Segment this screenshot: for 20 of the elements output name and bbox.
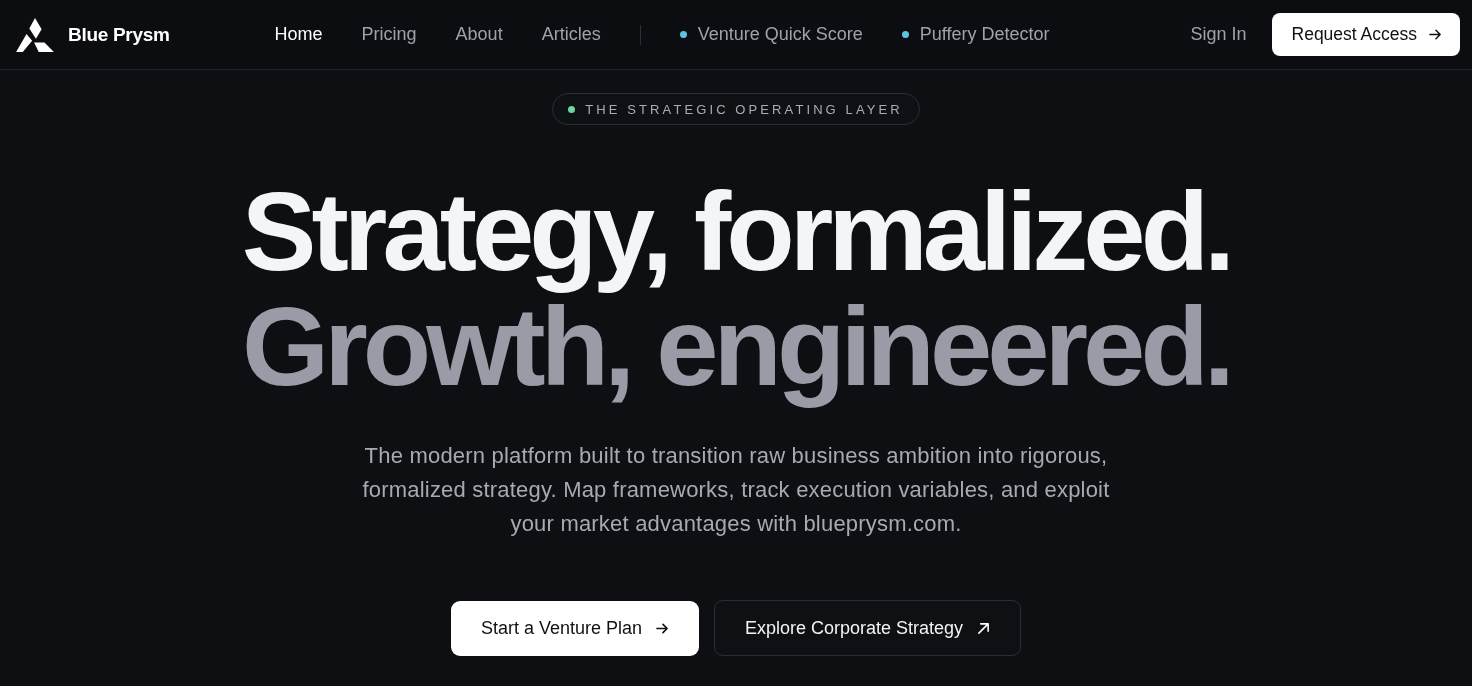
tool-link[interactable]: Puffery Detector	[901, 24, 1050, 45]
tagline-text: THE STRATEGIC OPERATING LAYER	[585, 101, 903, 117]
dot-icon	[679, 31, 687, 38]
request-access-button[interactable]: Request Access	[1271, 13, 1460, 56]
tool-link[interactable]: Venture Quick Score	[679, 24, 863, 45]
sign-in-link[interactable]: Sign In	[1190, 24, 1247, 45]
secondary-button[interactable]: Explore Corporate Strategy	[714, 600, 1022, 656]
hero-description: The modern platform built to transition raw business ambition into rigorous, formalized strategy. Map frameworks, track execution variables, and exploit your market advantages with blueprysm.com.	[361, 442, 1111, 538]
nav-link[interactable]: Home	[274, 24, 323, 45]
arrow-up-right-icon	[977, 621, 991, 635]
nav-link[interactable]: Articles	[541, 24, 601, 45]
brand-name[interactable]: Blue Prysm	[68, 23, 170, 46]
arrow-right-icon	[1429, 28, 1442, 41]
triangle-logo-icon[interactable]	[16, 17, 54, 52]
dot-icon	[568, 105, 576, 113]
nav-link[interactable]: Pricing	[361, 24, 417, 45]
primary-button[interactable]: Start a Venture Plan	[450, 600, 699, 656]
nav-link[interactable]: About	[455, 24, 503, 45]
arrow-right-icon	[656, 621, 669, 635]
dot-icon	[901, 31, 909, 38]
